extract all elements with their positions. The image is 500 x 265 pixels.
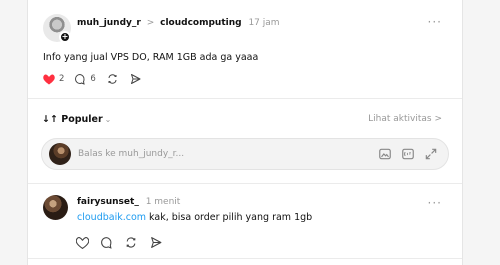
heart-outline-icon[interactable] xyxy=(76,236,89,249)
divider xyxy=(28,258,462,259)
repost-button[interactable] xyxy=(106,73,119,85)
chevron-right-icon: > xyxy=(146,18,155,28)
post-author[interactable]: muh_jundy_r xyxy=(77,18,141,28)
repost-icon[interactable] xyxy=(124,236,138,249)
comment-body: kak, bisa order pilih yang ram 1gb xyxy=(146,212,313,223)
share-button[interactable] xyxy=(129,73,142,85)
comment-meta: fairysunset_ 1 menit xyxy=(77,197,180,207)
view-activity-link[interactable]: Lihat aktivitas > xyxy=(368,114,442,124)
comment-time: 1 menit xyxy=(145,197,181,207)
reply-input[interactable]: Balas ke muh_jundy_r... xyxy=(41,138,449,170)
more-options-icon[interactable]: ··· xyxy=(428,15,442,29)
sort-bar: ↓↑ Populer ⌄ Lihat aktivitas > xyxy=(28,100,462,136)
send-icon xyxy=(130,74,141,84)
like-button[interactable]: 2 xyxy=(43,74,64,85)
comment-author[interactable]: fairysunset_ xyxy=(77,197,139,207)
send-icon[interactable] xyxy=(149,236,163,249)
comment-text: cloudbaik.com kak, bisa order pilih yang… xyxy=(77,212,312,223)
original-post: + muh_jundy_r > cloudcomputing 17 jam ··… xyxy=(28,0,462,99)
follow-plus-icon[interactable]: + xyxy=(59,31,71,43)
post-actions: 2 6 xyxy=(43,73,142,85)
thread-card: + muh_jundy_r > cloudcomputing 17 jam ··… xyxy=(27,0,463,265)
repost-icon xyxy=(108,74,117,84)
like-count: 2 xyxy=(59,74,65,84)
post-meta: muh_jundy_r > cloudcomputing 17 jam xyxy=(77,18,280,28)
comment-item: fairysunset_ 1 menit ··· cloudbaik.com k… xyxy=(28,183,462,259)
comment-count: 6 xyxy=(90,74,96,84)
community-name[interactable]: cloudcomputing xyxy=(160,18,241,28)
reply-placeholder: Balas ke muh_jundy_r... xyxy=(78,149,185,159)
sort-label: ↓↑ Populer xyxy=(42,114,103,125)
chevron-down-icon: ⌄ xyxy=(104,115,112,124)
comment-actions xyxy=(76,236,163,249)
comment-more-options-icon[interactable]: ··· xyxy=(428,196,442,210)
comment-button[interactable]: 6 xyxy=(74,73,96,85)
image-icon[interactable] xyxy=(378,147,392,161)
post-text: Info yang jual VPS DO, RAM 1GB ada ga ya… xyxy=(43,52,259,63)
post-time: 17 jam xyxy=(248,18,280,28)
heart-icon xyxy=(43,74,55,84)
commenter-avatar[interactable] xyxy=(43,195,68,220)
reply-tools xyxy=(378,147,438,161)
current-user-avatar xyxy=(49,143,71,165)
comment-link[interactable]: cloudbaik.com xyxy=(77,212,146,223)
comment-icon[interactable] xyxy=(100,236,113,249)
expand-icon[interactable] xyxy=(424,147,438,161)
sort-dropdown[interactable]: ↓↑ Populer ⌄ xyxy=(42,114,111,125)
gif-icon[interactable] xyxy=(401,147,415,161)
comment-icon xyxy=(75,73,86,85)
